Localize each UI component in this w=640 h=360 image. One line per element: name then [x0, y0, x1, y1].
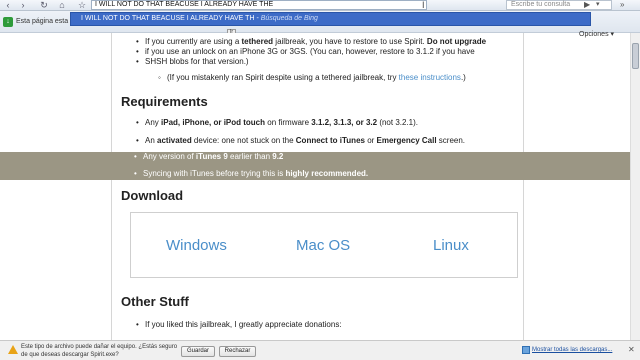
page-content: If you currently are using a tethered ja…	[111, 33, 524, 340]
text-cursor-icon: I	[422, 0, 425, 10]
list-item: An activated device: one not stuck on th…	[136, 136, 523, 146]
sub-list-item: (If you mistakenly ran Spirit despite us…	[158, 73, 517, 83]
vertical-scrollbar[interactable]	[630, 33, 640, 341]
address-bar[interactable]: I WILL NOT DO THAT BEACUSE I ALREADY HAV…	[91, 0, 427, 10]
list-item-continued: SHSH blobs for that version.)	[136, 57, 523, 67]
selected-requirement-sync: • Syncing with iTunes before trying this …	[134, 169, 369, 178]
search-go-icon[interactable]: ▶	[584, 0, 590, 10]
downloads-icon	[522, 346, 530, 354]
site-favicon-icon: ↓	[3, 17, 13, 27]
download-windows-link[interactable]: Windows	[166, 237, 227, 254]
options-menu[interactable]: Opciones ▾	[579, 30, 614, 38]
refresh-icon[interactable]: ↻	[38, 0, 50, 11]
autocomplete-suggestion[interactable]: I WILL NOT DO THAT BEACUSE I ALREADY HAV…	[70, 12, 591, 26]
browser-toolbar: ‹ › ↻ ⌂ ☆ I WILL NOT DO THAT BEACUSE I A…	[0, 0, 640, 11]
list-item-continued: if you use an unlock on an iPhone 3G or …	[136, 47, 523, 57]
scrollbar-thumb[interactable]	[632, 43, 639, 69]
warning-icon	[8, 345, 18, 354]
favorite-star-icon[interactable]: ☆	[76, 0, 88, 11]
autocomplete-hint: Búsqueda de Bing	[260, 15, 318, 22]
show-all-downloads-link[interactable]: Mostrar todas las descargas...	[532, 347, 612, 353]
back-icon[interactable]: ‹	[2, 0, 14, 11]
home-icon[interactable]: ⌂	[56, 0, 68, 11]
save-button[interactable]: Guardar	[181, 346, 215, 357]
toolbar-more-icon[interactable]: »	[620, 0, 624, 10]
search-dropdown-icon[interactable]: ▾	[596, 0, 600, 10]
download-macos-link[interactable]: Mac OS	[296, 237, 350, 254]
reject-button[interactable]: Rechazar	[219, 346, 256, 357]
download-heading: Download	[121, 188, 184, 203]
selected-requirement-itunes: • Any version of iTunes 9 earlier than 9.…	[134, 152, 284, 161]
other-stuff-heading: Other Stuff	[121, 294, 189, 309]
requirements-heading: Requirements	[121, 94, 208, 109]
forward-icon[interactable]: ›	[17, 0, 29, 11]
list-item: If you currently are using a tethered ja…	[136, 37, 523, 47]
download-warning-bar: Este tipo de archivo puede dañar el equi…	[0, 340, 640, 360]
download-warning-text: Este tipo de archivo puede dañar el equi…	[21, 344, 178, 358]
list-item: Any iPad, iPhone, or iPod touch on firmw…	[136, 118, 523, 128]
close-icon[interactable]: ✕	[628, 345, 635, 354]
list-item: If you liked this jailbreak, I greatly a…	[136, 320, 523, 330]
these-instructions-link[interactable]: these instructions	[399, 73, 461, 82]
autocomplete-query: I WILL NOT DO THAT BEACUSE I ALREADY HAV…	[81, 15, 255, 22]
download-linux-link[interactable]: Linux	[433, 237, 469, 254]
tab-title[interactable]: Esta página esta	[16, 18, 68, 25]
download-box: Windows Mac OS Linux	[130, 212, 518, 278]
